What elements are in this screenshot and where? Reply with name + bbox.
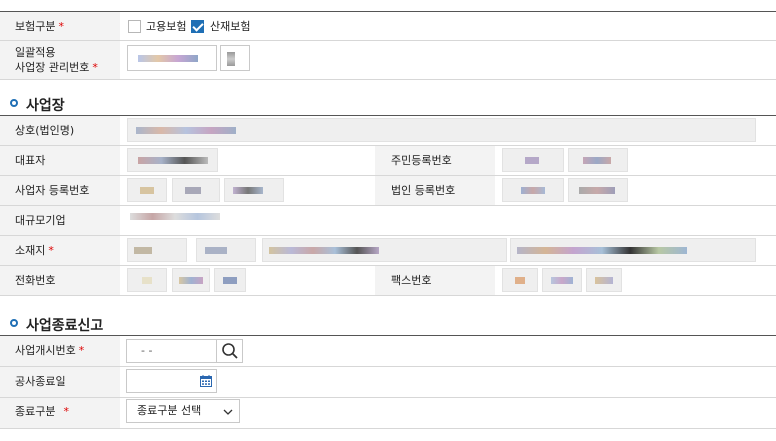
business-reg-no-field-3 [224, 178, 284, 202]
redacted-value [205, 247, 227, 254]
redacted-value [227, 52, 235, 66]
address-zip-field [127, 238, 187, 262]
corp-reg-no-field-1 [502, 178, 564, 202]
insurance-type-label: 보험구분 * [15, 20, 64, 33]
fax-field-2 [542, 268, 582, 292]
search-icon [222, 343, 238, 359]
redacted-value [223, 277, 237, 284]
phone-label: 전화번호 [15, 274, 56, 287]
redacted-value [551, 277, 573, 284]
bulk-apply-label-line2: 사업장 관리번호 * [15, 61, 98, 74]
bulk-apply-label-line1: 일괄적용 [15, 46, 56, 59]
section-bullet-icon [10, 99, 18, 107]
fax-field-1 [502, 268, 538, 292]
redacted-value [515, 277, 525, 284]
bulk-management-no-field[interactable] [127, 45, 217, 71]
end-date-input[interactable] [126, 369, 217, 393]
business-section-title: 사업장 [26, 98, 65, 114]
business-reg-no-label: 사업자 등록번호 [15, 184, 90, 197]
redacted-value [579, 187, 615, 194]
phone-field-2 [172, 268, 210, 292]
redacted-value [583, 157, 611, 164]
end-date-label: 공사종료일 [15, 375, 66, 388]
employment-insurance-checkbox[interactable] [128, 20, 141, 33]
end-type-select[interactable]: 종료구분 선택 [126, 399, 240, 423]
redacted-value [136, 127, 236, 134]
section-bullet-icon [10, 319, 18, 327]
redacted-value [134, 247, 152, 254]
redacted-value [517, 247, 687, 254]
chevron-down-icon [223, 409, 233, 415]
redacted-value [130, 213, 220, 220]
end-type-label: 종료구분 * [15, 405, 69, 418]
phone-field-1 [127, 268, 167, 292]
industrial-insurance-checkbox[interactable] [191, 20, 204, 33]
redacted-value [185, 187, 201, 194]
redacted-value [233, 187, 263, 194]
company-name-label: 상호(법인명) [15, 124, 75, 137]
address-detail-field [510, 238, 756, 262]
row-divider [0, 295, 776, 296]
termination-section-title: 사업종료신고 [26, 318, 104, 334]
redacted-value [521, 187, 545, 194]
row-divider [0, 79, 776, 80]
end-type-selected-value: 종료구분 선택 [137, 404, 202, 417]
employment-insurance-label: 고용보험 [146, 20, 187, 33]
bulk-management-no-field-2[interactable] [220, 45, 250, 71]
corp-reg-no-field-2 [568, 178, 628, 202]
redacted-value [269, 247, 379, 254]
industrial-insurance-label: 산재보험 [210, 20, 251, 33]
fax-field-3 [586, 268, 622, 292]
row-divider [0, 428, 776, 429]
search-button[interactable] [216, 339, 243, 363]
business-reg-no-field-1 [127, 178, 167, 202]
company-name-field [127, 118, 756, 142]
resident-no-field-1 [502, 148, 564, 172]
phone-field-3 [214, 268, 246, 292]
representative-label: 대표자 [15, 154, 46, 167]
address-label: 소재지 * [15, 244, 54, 257]
start-no-label: 사업개시번호 * [15, 344, 85, 357]
representative-field [127, 148, 218, 172]
fax-label: 팩스번호 [391, 274, 432, 287]
business-reg-no-field-2 [172, 178, 220, 202]
redacted-value [138, 55, 198, 62]
redacted-value [138, 157, 208, 164]
address-zip-field-2 [196, 238, 256, 262]
redacted-value [140, 187, 154, 194]
redacted-value [142, 277, 152, 284]
redacted-value [525, 157, 539, 164]
start-no-input[interactable]: - - [126, 339, 217, 363]
redacted-value [595, 277, 613, 284]
redacted-value [179, 277, 203, 284]
resident-no-field-2 [568, 148, 628, 172]
resident-no-label: 주민등록번호 [391, 154, 452, 167]
calendar-icon[interactable] [200, 375, 212, 387]
large-company-label: 대규모기업 [15, 214, 66, 227]
start-no-value: - - [141, 344, 153, 357]
corp-reg-no-label: 법인 등록번호 [391, 184, 456, 197]
address-road-field [262, 238, 507, 262]
